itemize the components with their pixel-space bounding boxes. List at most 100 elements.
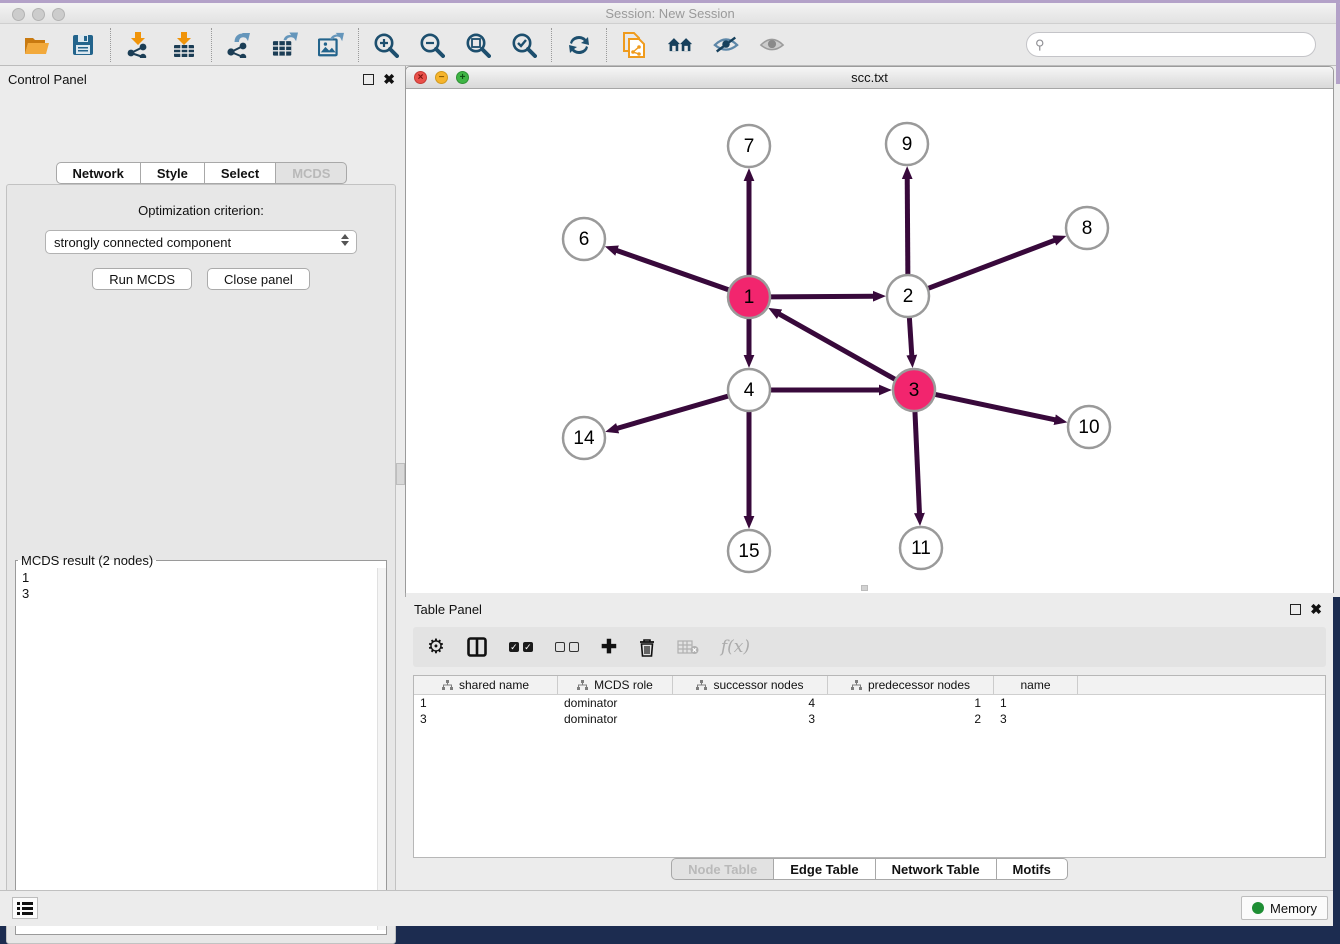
column-header-predecessor-nodes[interactable]: predecessor nodes bbox=[828, 676, 994, 694]
table-cell[interactable]: 3 bbox=[414, 711, 558, 727]
close-window-button[interactable] bbox=[12, 8, 25, 21]
node-table[interactable]: shared nameMCDS rolesuccessor nodesprede… bbox=[413, 675, 1326, 858]
zoom-fit-icon[interactable] bbox=[465, 32, 491, 58]
table-cell[interactable]: dominator bbox=[558, 711, 673, 727]
column-type-icon bbox=[577, 680, 588, 691]
network-canvas[interactable]: 7968124314101511 bbox=[406, 89, 1333, 593]
table-panel-title: Table Panel bbox=[414, 602, 482, 617]
mcds-result-text[interactable]: 1 3 bbox=[16, 568, 377, 930]
network-close-icon[interactable]: × bbox=[414, 71, 427, 84]
add-column-icon[interactable]: ✚ bbox=[601, 638, 617, 657]
graph-edge-3-11[interactable] bbox=[915, 411, 920, 514]
tab-node-table[interactable]: Node Table bbox=[671, 858, 774, 880]
minimize-window-button[interactable] bbox=[32, 8, 45, 21]
search-input[interactable] bbox=[1026, 32, 1316, 57]
float-panel-icon[interactable] bbox=[363, 74, 374, 85]
float-table-panel-icon[interactable] bbox=[1290, 604, 1301, 615]
optimization-criterion-label: Optimization criterion: bbox=[7, 203, 395, 218]
table-cell[interactable]: 1 bbox=[994, 695, 1078, 711]
table-cell[interactable]: dominator bbox=[558, 695, 673, 711]
tab-mcds[interactable]: MCDS bbox=[276, 162, 347, 184]
application-window: Session: New Session bbox=[0, 0, 1340, 926]
zoom-out-icon[interactable] bbox=[419, 32, 445, 58]
table-cell[interactable]: 3 bbox=[673, 711, 828, 727]
panel-splitter-grip[interactable] bbox=[396, 463, 405, 485]
graph-node-label-4: 4 bbox=[744, 380, 755, 401]
hide-selected-eye-icon[interactable] bbox=[713, 32, 739, 58]
open-folder-icon[interactable] bbox=[24, 32, 50, 58]
show-hidden-eye-icon[interactable] bbox=[759, 32, 785, 58]
dropdown-chevrons-icon bbox=[341, 234, 349, 246]
table-row[interactable]: 1dominator411 bbox=[414, 695, 1325, 711]
import-table-icon[interactable] bbox=[171, 32, 197, 58]
network-view-window: × − + scc.txt 7968124314101511 bbox=[405, 66, 1334, 593]
export-image-icon[interactable] bbox=[318, 32, 344, 58]
tab-network-table[interactable]: Network Table bbox=[876, 858, 997, 880]
import-network-icon[interactable] bbox=[125, 32, 151, 58]
tab-edge-table[interactable]: Edge Table bbox=[774, 858, 875, 880]
save-session-icon[interactable] bbox=[70, 32, 96, 58]
select-all-checkboxes-icon[interactable]: ✓✓ bbox=[509, 642, 533, 652]
zoom-selected-icon[interactable] bbox=[511, 32, 537, 58]
window-border bbox=[0, 0, 1340, 3]
graph-edge-2-8[interactable] bbox=[928, 240, 1056, 288]
zoom-in-icon[interactable] bbox=[373, 32, 399, 58]
graph-node-label-10: 10 bbox=[1078, 417, 1099, 438]
column-header-shared-name[interactable]: shared name bbox=[414, 676, 558, 694]
close-panel-icon[interactable]: ✖ bbox=[383, 74, 395, 85]
table-body: 1dominator4113dominator323 bbox=[414, 695, 1325, 727]
network-window-titlebar[interactable]: × − + scc.txt bbox=[406, 67, 1333, 89]
main-toolbar: ⚲ bbox=[0, 24, 1340, 66]
tab-style[interactable]: Style bbox=[141, 162, 205, 184]
table-header-row: shared nameMCDS rolesuccessor nodesprede… bbox=[414, 676, 1325, 695]
home-view-icon[interactable] bbox=[667, 32, 693, 58]
table-cell[interactable]: 1 bbox=[828, 695, 994, 711]
column-header-name[interactable]: name bbox=[994, 676, 1078, 694]
column-type-icon bbox=[696, 680, 707, 691]
graph-node-label-1: 1 bbox=[744, 287, 755, 308]
control-panel: Control Panel ✖ Network Style Select MCD… bbox=[0, 66, 403, 890]
graph-edge-3-1[interactable] bbox=[779, 314, 896, 380]
graph-edge-2-3[interactable] bbox=[909, 317, 911, 356]
tab-select[interactable]: Select bbox=[205, 162, 276, 184]
network-minimize-icon[interactable]: − bbox=[435, 71, 448, 84]
table-cell[interactable]: 4 bbox=[673, 695, 828, 711]
export-network-icon[interactable] bbox=[226, 32, 252, 58]
graph-node-label-14: 14 bbox=[573, 428, 595, 449]
result-scrollbar[interactable] bbox=[377, 568, 386, 930]
close-table-panel-icon[interactable]: ✖ bbox=[1310, 604, 1322, 615]
memory-button[interactable]: Memory bbox=[1241, 896, 1328, 920]
column-header-MCDS-role[interactable]: MCDS role bbox=[558, 676, 673, 694]
show-columns-icon[interactable] bbox=[467, 637, 487, 657]
tab-motifs[interactable]: Motifs bbox=[997, 858, 1068, 880]
graph-edge-3-10[interactable] bbox=[935, 394, 1056, 420]
search-icon: ⚲ bbox=[1035, 37, 1045, 53]
deselect-all-checkboxes-icon[interactable] bbox=[555, 642, 579, 652]
network-maximize-icon[interactable]: + bbox=[456, 71, 469, 84]
duplicate-network-icon[interactable] bbox=[621, 32, 647, 58]
table-toolbar: ⚙ ✓✓ ✚ f(x) bbox=[413, 627, 1326, 667]
table-row[interactable]: 3dominator323 bbox=[414, 711, 1325, 727]
criterion-dropdown[interactable]: strongly connected component bbox=[45, 230, 357, 254]
task-history-button[interactable] bbox=[12, 897, 38, 919]
graph-node-label-7: 7 bbox=[744, 136, 755, 157]
delete-column-trash-icon[interactable] bbox=[639, 638, 655, 657]
table-cell[interactable]: 3 bbox=[994, 711, 1078, 727]
title-bar: Session: New Session bbox=[0, 3, 1340, 24]
run-mcds-button[interactable]: Run MCDS bbox=[92, 268, 192, 290]
close-panel-button[interactable]: Close panel bbox=[207, 268, 310, 290]
column-header-successor-nodes[interactable]: successor nodes bbox=[673, 676, 828, 694]
export-table-icon[interactable] bbox=[272, 32, 298, 58]
zoom-window-button[interactable] bbox=[52, 8, 65, 21]
graph-edge-1-2[interactable] bbox=[770, 296, 874, 297]
canvas-scroll-grip[interactable] bbox=[861, 585, 868, 591]
graph-node-label-11: 11 bbox=[911, 538, 931, 559]
graph-edge-2-9[interactable] bbox=[907, 178, 908, 275]
refresh-icon[interactable] bbox=[566, 32, 592, 58]
tab-network[interactable]: Network bbox=[56, 162, 141, 184]
table-cell[interactable]: 1 bbox=[414, 695, 558, 711]
graph-edge-1-6[interactable] bbox=[616, 250, 729, 290]
graph-edge-4-14[interactable] bbox=[617, 396, 729, 429]
table-cell[interactable]: 2 bbox=[828, 711, 994, 727]
settings-gear-icon[interactable]: ⚙ bbox=[427, 637, 445, 657]
